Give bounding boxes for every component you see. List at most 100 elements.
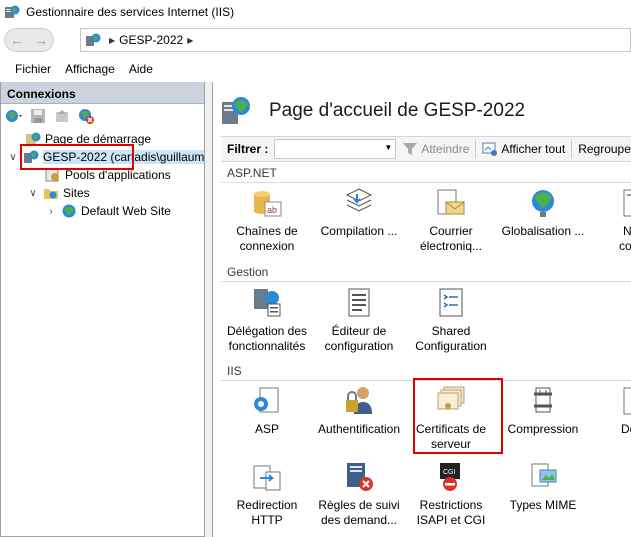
feature-trust-levels[interactable]: Nive confia <box>589 186 631 254</box>
feature-failed-request-tracing[interactable]: Règles de suivi des demand... <box>313 460 405 528</box>
server-highlight-box <box>20 144 134 170</box>
toolbar-separator <box>475 140 477 158</box>
compilation-icon <box>345 188 373 212</box>
feature-isapi-cgi-restrictions[interactable]: CGI Restrictions ISAPI et CGI <box>405 460 497 528</box>
feature-authentication[interactable]: Authentification <box>313 384 405 437</box>
group-header-management: Gestion <box>227 265 269 279</box>
connections-toolbar <box>1 104 204 128</box>
back-forward-buttons[interactable]: ← → <box>4 28 54 52</box>
tree-label-default-site: Default Web Site <box>81 204 171 218</box>
feature-label: Nive confia <box>618 224 631 253</box>
email-icon <box>437 189 465 215</box>
feature-mime-types[interactable]: Types MIME <box>497 460 589 513</box>
sites-folder-icon <box>44 189 58 199</box>
tree-label-app-pools: Pools d'applications <box>65 168 171 182</box>
connections-header: Connexions <box>1 82 204 104</box>
feature-asp[interactable]: ASP <box>221 384 313 437</box>
compression-icon <box>534 387 552 413</box>
connections-panel: Connexions Page de démarrage ∨ GESP-2022… <box>0 82 205 537</box>
delete-connection-icon[interactable] <box>77 107 95 125</box>
group-by-label: Regroupe <box>578 142 631 156</box>
navigation-bar: ← → ▶ GESP-2022 ▶ <box>0 24 631 56</box>
server-globe-icon <box>86 33 101 46</box>
features-view: ASP.NET ab Chaînes de connexion Compilat… <box>221 162 631 537</box>
menu-help[interactable]: Aide <box>122 62 160 76</box>
feature-label: Types MIME <box>509 498 577 512</box>
tree-item-default-site[interactable]: › Default Web Site <box>45 202 171 220</box>
asp-icon <box>254 387 279 413</box>
http-redirect-icon <box>253 465 281 491</box>
dropdown-arrow-icon[interactable]: ▼ <box>384 143 392 152</box>
menu-view[interactable]: Affichage <box>58 62 122 76</box>
page-title: Page d'accueil de GESP-2022 <box>269 100 526 121</box>
go-label: Atteindre <box>421 142 470 156</box>
connection-strings-icon: ab <box>254 191 282 217</box>
feature-label: Globalisation ... <box>501 224 585 238</box>
authentication-icon <box>346 387 372 414</box>
features-panel: Page d'accueil de GESP-2022 Filtrer : ▼ … <box>212 82 631 537</box>
feature-config-editor[interactable]: Éditeur de configuration <box>313 286 405 354</box>
feature-label: ASP <box>254 422 279 436</box>
feature-label: Délégation des fonctionnalités <box>226 324 308 353</box>
config-editor-icon <box>348 288 370 317</box>
shared-config-icon <box>439 288 463 317</box>
forward-arrow-icon[interactable]: → <box>29 32 53 48</box>
panel-splitter[interactable] <box>205 82 212 537</box>
collapse-chevron-icon[interactable]: ∨ <box>7 152 19 163</box>
iis-app-icon <box>5 5 20 18</box>
menu-file[interactable]: Fichier <box>8 62 58 76</box>
save-icon[interactable] <box>29 107 47 125</box>
feature-label: Chaînes de connexion <box>236 224 298 253</box>
menu-bar: Fichier Affichage Aide <box>0 56 631 82</box>
show-all-label: Afficher tout <box>501 142 566 156</box>
feature-compilation[interactable]: Compilation ... <box>313 186 405 239</box>
feature-label: Courrier électroniq... <box>419 224 483 253</box>
funnel-icon <box>403 143 418 155</box>
show-all-icon <box>482 142 498 156</box>
group-divider <box>221 281 631 282</box>
group-header-aspnet: ASP.NET <box>227 166 277 180</box>
group-by-button[interactable]: Regroupe <box>578 142 631 156</box>
feature-delegation[interactable]: Délégation des fonctionnalités <box>221 286 313 354</box>
server-home-icon <box>222 97 250 124</box>
group-header-iis: IIS <box>227 364 242 378</box>
breadcrumb-separator-icon[interactable]: ▶ <box>187 36 193 45</box>
feature-label: Restrictions ISAPI et CGI <box>416 498 486 527</box>
connect-globe-icon[interactable] <box>5 107 23 125</box>
page-heading: Page d'accueil de GESP-2022 <box>219 94 525 128</box>
default-document-icon <box>623 387 631 415</box>
address-bar[interactable]: ▶ GESP-2022 ▶ <box>80 28 631 52</box>
feature-compression[interactable]: Compression <box>497 384 589 437</box>
feature-default-document[interactable]: Docu d <box>589 384 631 452</box>
breadcrumb-server[interactable]: GESP-2022 <box>119 33 183 47</box>
title-bar: Gestionnaire des services Internet (IIS) <box>0 0 631 24</box>
up-level-icon[interactable] <box>53 107 71 125</box>
request-tracing-icon <box>347 463 373 491</box>
certificates-highlight-box <box>413 378 503 454</box>
go-button[interactable]: Atteindre <box>402 141 469 157</box>
feature-connection-strings[interactable]: ab Chaînes de connexion <box>221 186 313 254</box>
filter-label: Filtrer : <box>227 142 269 156</box>
feature-label: Compilation ... <box>320 224 398 238</box>
feature-label: Compression <box>507 422 579 436</box>
feature-globalization[interactable]: Globalisation ... <box>497 186 589 239</box>
filter-input[interactable]: ▼ <box>274 139 397 159</box>
feature-label: Shared Configuration <box>415 324 487 353</box>
feature-email[interactable]: Courrier électroniq... <box>405 186 497 254</box>
feature-http-redirect[interactable]: Redirection HTTP <box>221 460 313 528</box>
back-arrow-icon[interactable]: ← <box>5 32 29 48</box>
feature-label: Redirection HTTP <box>236 498 298 527</box>
expand-chevron-icon[interactable]: › <box>45 206 57 217</box>
tree-item-sites[interactable]: ∨ Sites <box>27 184 90 202</box>
show-all-button[interactable]: Afficher tout <box>482 141 565 157</box>
feature-label: Éditeur de configuration <box>324 324 394 353</box>
feature-label: Authentification <box>317 422 401 436</box>
group-divider <box>221 182 631 183</box>
feature-shared-config[interactable]: Shared Configuration <box>405 286 497 354</box>
mime-types-icon <box>531 463 557 487</box>
feature-label: Docu d <box>620 422 631 436</box>
tree-label-sites: Sites <box>63 186 90 200</box>
collapse-chevron-icon[interactable]: ∨ <box>27 188 39 199</box>
website-globe-icon <box>62 204 76 218</box>
toolbar-separator <box>571 140 573 158</box>
